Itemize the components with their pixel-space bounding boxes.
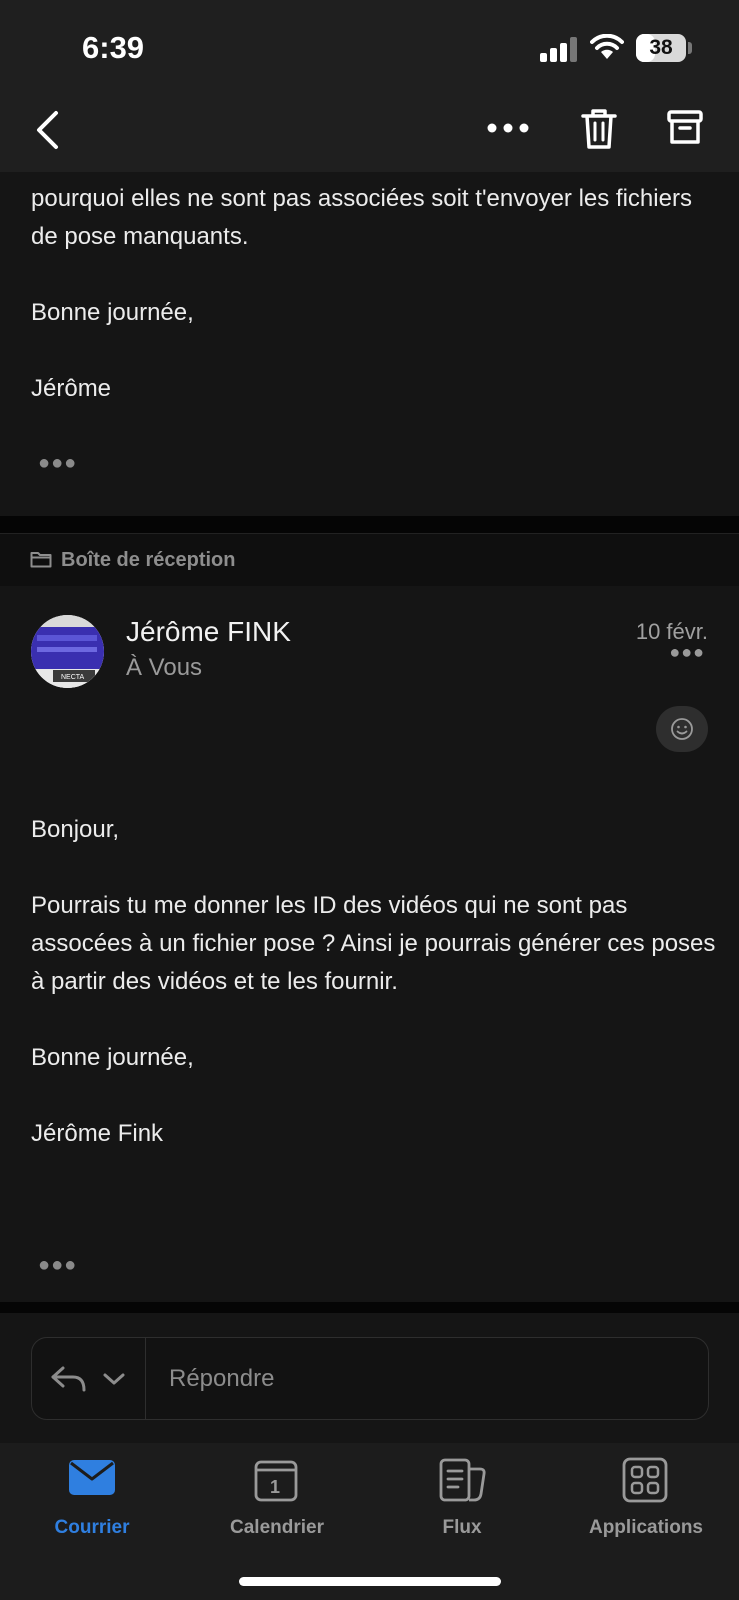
- wifi-icon: [590, 34, 624, 59]
- tab-label: Courrier: [54, 1517, 130, 1538]
- previous-email-line: pourquoi elles ne sont pas associées soi…: [31, 185, 692, 250]
- trash-icon[interactable]: [580, 108, 618, 150]
- calendar-day: 1: [270, 1477, 280, 1497]
- smiley-icon: [671, 718, 693, 740]
- tab-label: Applications: [588, 1517, 703, 1538]
- folder-icon: [30, 552, 52, 568]
- tab-feed[interactable]: Flux: [372, 1443, 552, 1553]
- previous-email-line: Bonne journée,: [31, 299, 194, 326]
- email-body-paragraph: Jérôme Fink: [31, 1120, 164, 1147]
- status-bar: 6:39 38: [0, 0, 739, 90]
- reply-field[interactable]: Répondre: [31, 1337, 709, 1420]
- email-body: Bonjour, Pourrais tu me donner les ID de…: [31, 811, 721, 1153]
- calendar-icon: 1: [254, 1460, 298, 1502]
- previous-email-body: pourquoi elles ne sont pas associées soi…: [31, 180, 711, 408]
- chevron-down-icon: [103, 1373, 125, 1385]
- tab-apps[interactable]: Applications: [556, 1443, 736, 1553]
- sender-name[interactable]: Jérôme FINK: [126, 616, 291, 648]
- tab-label: Flux: [442, 1517, 482, 1538]
- reply-options-button[interactable]: [32, 1338, 146, 1419]
- home-indicator[interactable]: [239, 1577, 501, 1586]
- avatar-photo: NECTA: [31, 615, 104, 688]
- previous-email: pourquoi elles ne sont pas associées soi…: [0, 172, 739, 516]
- email-body-paragraph: Pourrais tu me donner les ID des vidéos …: [31, 892, 716, 995]
- tab-mail[interactable]: Courrier: [2, 1443, 182, 1553]
- email-message: NECTA Jérôme FINK À Vous 10 févr. ●●● Bo…: [0, 586, 739, 1302]
- archive-icon[interactable]: [666, 109, 704, 147]
- battery-percent: 38: [649, 36, 673, 59]
- tab-calendar[interactable]: 1 Calendrier: [187, 1443, 367, 1553]
- status-time: 6:39: [82, 30, 145, 65]
- email-body-paragraph: Bonne journée,: [31, 1044, 194, 1071]
- reaction-button[interactable]: [656, 706, 708, 752]
- divider: [0, 1302, 739, 1313]
- recipient-label[interactable]: À Vous: [126, 654, 202, 682]
- tab-label: Calendrier: [230, 1517, 324, 1538]
- show-more-dots-icon[interactable]: ●●●: [38, 452, 77, 475]
- show-more-dots-icon[interactable]: ●●●: [38, 1254, 77, 1277]
- reply-area: Répondre: [0, 1313, 739, 1443]
- folder-bar: Boîte de réception: [0, 533, 739, 587]
- folder-label: Boîte de réception: [61, 549, 236, 571]
- battery-tip: [688, 42, 692, 54]
- reply-placeholder[interactable]: Répondre: [169, 1365, 274, 1393]
- apps-grid-icon: [622, 1457, 668, 1503]
- battery-icon: 38: [636, 34, 686, 62]
- chevron-left-icon[interactable]: [34, 110, 60, 150]
- avatar[interactable]: NECTA: [31, 615, 104, 688]
- more-horizontal-icon[interactable]: [486, 118, 530, 138]
- mail-icon: [69, 1460, 115, 1495]
- divider: [0, 516, 739, 533]
- previous-email-line: Jérôme: [31, 375, 112, 402]
- feed-icon: [439, 1458, 486, 1502]
- cellular-signal-icon: [540, 36, 580, 62]
- message-more-icon[interactable]: ●●●: [669, 642, 705, 663]
- avatar-caption: NECTA: [61, 674, 85, 681]
- reply-arrow-icon: [51, 1366, 86, 1392]
- top-toolbar: [0, 90, 739, 172]
- email-body-paragraph: Bonjour,: [31, 816, 120, 843]
